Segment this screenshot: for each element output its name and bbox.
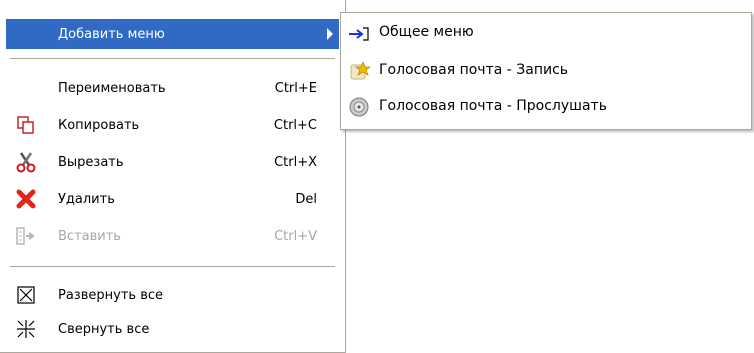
paste-icon — [14, 225, 38, 247]
submenu-item-label: Голосовая почта - Запись — [379, 62, 569, 78]
menu-separator — [10, 266, 335, 267]
menu-item-shortcut: Del — [295, 191, 317, 207]
voicemail-record-icon — [347, 60, 371, 82]
menu-item-delete[interactable]: Удалить Del — [8, 184, 317, 214]
menu-item-label: Копировать — [58, 117, 140, 133]
menu-item-label: Свернуть все — [58, 321, 150, 337]
menu-item-label: Вырезать — [58, 154, 124, 170]
menu-item-label: Добавить меню — [58, 26, 165, 42]
submenu-item-label: Общее меню — [379, 24, 474, 40]
collapse-all-icon — [14, 318, 38, 340]
share-arrow-icon — [347, 22, 371, 44]
menu-item-label: Переименовать — [58, 80, 166, 96]
menu-item-copy[interactable]: Копировать Ctrl+C — [8, 110, 317, 140]
copy-icon — [14, 114, 38, 136]
menu-item-shortcut: Ctrl+C — [273, 117, 317, 133]
voicemail-listen-icon — [347, 96, 371, 118]
menu-item-shortcut: Ctrl+X — [274, 154, 317, 170]
submenu-item-label: Голосовая почта - Прослушать — [379, 98, 607, 114]
menu-item-add-menu[interactable]: Добавить меню — [6, 19, 339, 49]
menu-item-expand-all[interactable]: Развернуть все — [8, 280, 317, 310]
scissors-icon — [14, 151, 38, 173]
menu-item-label: Удалить — [58, 191, 115, 207]
menu-item-paste[interactable]: Вставить Ctrl+V — [8, 221, 317, 251]
menu-item-label: Вставить — [58, 228, 121, 244]
submenu-item-voicemail-listen[interactable]: Голосовая почта - Прослушать — [341, 89, 751, 123]
delete-x-icon — [14, 188, 38, 210]
context-menu: Добавить меню Переименовать Ctrl+E Копир… — [0, 0, 346, 353]
submenu: Общее меню Голосовая почта - Запись Голо… — [340, 12, 752, 130]
submenu-item-voicemail-record[interactable]: Голосовая почта - Запись — [341, 53, 751, 87]
menu-separator — [10, 58, 335, 59]
submenu-arrow-icon — [327, 28, 333, 40]
menu-item-collapse-all[interactable]: Свернуть все — [8, 314, 317, 344]
menu-item-rename[interactable]: Переименовать Ctrl+E — [8, 73, 317, 103]
expand-all-icon — [14, 284, 38, 306]
menu-item-shortcut: Ctrl+V — [274, 228, 317, 244]
menu-item-cut[interactable]: Вырезать Ctrl+X — [8, 147, 317, 177]
submenu-item-general-menu[interactable]: Общее меню — [341, 15, 751, 49]
menu-item-shortcut: Ctrl+E — [274, 80, 317, 96]
menu-item-label: Развернуть все — [58, 287, 163, 303]
